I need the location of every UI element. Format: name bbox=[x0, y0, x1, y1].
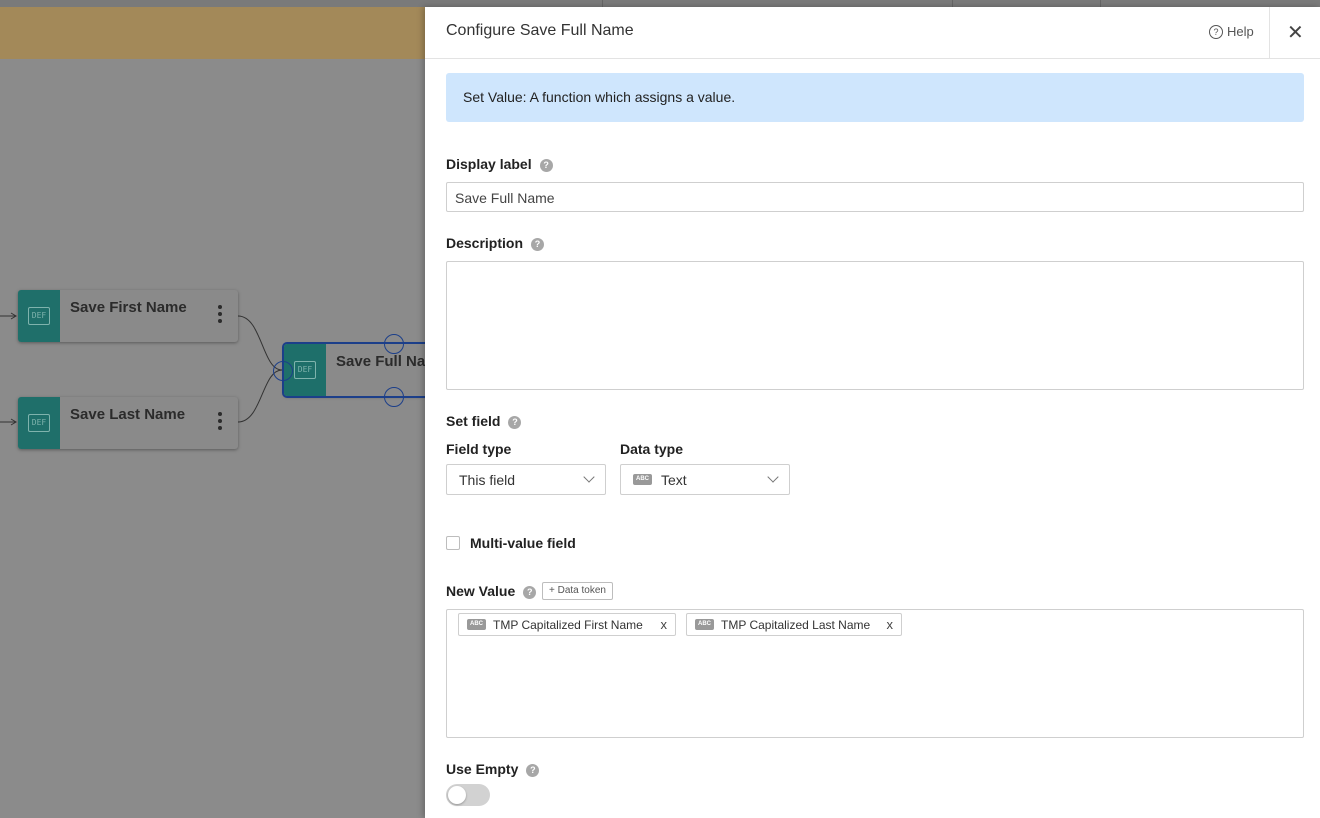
new-value-heading: New Value? bbox=[446, 583, 537, 599]
field-type-label: Field type bbox=[446, 441, 512, 457]
help-question-icon[interactable]: ? bbox=[531, 238, 545, 251]
help-link[interactable]: ? Help bbox=[1209, 24, 1254, 39]
use-empty-heading: Use Empty? bbox=[446, 761, 540, 777]
display-label-value: Save Full Name bbox=[455, 190, 555, 206]
use-empty-toggle[interactable] bbox=[446, 784, 490, 806]
text-type-icon: ABC bbox=[695, 619, 714, 630]
node-title: Save Full Nam bbox=[336, 353, 439, 370]
header-divider bbox=[1269, 7, 1270, 58]
node-input-port[interactable] bbox=[273, 361, 293, 381]
chevron-down-icon bbox=[583, 471, 595, 483]
kebab-menu-icon[interactable] bbox=[218, 412, 222, 433]
field-type-value: This field bbox=[459, 472, 516, 488]
data-token-chip[interactable]: ABC TMP Capitalized First Name x bbox=[458, 613, 676, 636]
remove-token-icon[interactable]: x bbox=[661, 617, 668, 632]
field-type-select[interactable]: This field bbox=[446, 464, 606, 495]
token-label: TMP Capitalized Last Name bbox=[721, 618, 871, 632]
node-bottom-port[interactable] bbox=[384, 387, 404, 407]
node-save-last-name[interactable]: DEF Save Last Name bbox=[18, 397, 238, 449]
help-question-icon[interactable]: ? bbox=[539, 159, 553, 172]
toggle-knob bbox=[448, 786, 466, 804]
description-heading: Description? bbox=[446, 235, 545, 251]
text-type-icon: ABC bbox=[633, 474, 652, 485]
node-save-first-name[interactable]: DEF Save First Name bbox=[18, 290, 238, 342]
remove-token-icon[interactable]: x bbox=[887, 617, 894, 632]
kebab-menu-icon[interactable] bbox=[218, 305, 222, 326]
help-label: Help bbox=[1227, 24, 1254, 39]
data-token-chip[interactable]: ABC TMP Capitalized Last Name x bbox=[686, 613, 902, 636]
display-label-input[interactable]: Save Full Name bbox=[446, 182, 1304, 212]
close-icon[interactable]: ✕ bbox=[1287, 20, 1304, 45]
info-text: Set Value: A function which assigns a va… bbox=[463, 89, 736, 105]
token-label: TMP Capitalized First Name bbox=[493, 618, 643, 632]
multi-value-checkbox[interactable] bbox=[446, 536, 460, 550]
multi-value-label: Multi-value field bbox=[470, 535, 576, 551]
data-type-value: Text bbox=[661, 472, 687, 488]
node-title: Save First Name bbox=[70, 299, 187, 316]
tab-divider bbox=[952, 0, 953, 7]
data-type-label: Data type bbox=[620, 441, 684, 457]
node-title: Save Last Name bbox=[70, 406, 186, 423]
chevron-down-icon bbox=[767, 471, 779, 483]
def-icon: DEF bbox=[18, 290, 60, 342]
tab-divider bbox=[1100, 0, 1101, 7]
configure-panel: Configure Save Full Name ? Help ✕ Set Val… bbox=[425, 7, 1320, 818]
def-icon: DEF bbox=[18, 397, 60, 449]
description-textarea[interactable] bbox=[446, 261, 1304, 390]
node-save-full-name[interactable]: DEF Save Full Nam bbox=[282, 342, 446, 398]
help-question-icon[interactable]: ? bbox=[523, 586, 537, 599]
node-top-port[interactable] bbox=[384, 334, 404, 354]
data-type-select[interactable]: ABC Text bbox=[620, 464, 790, 495]
panel-title: Configure Save Full Name bbox=[446, 22, 634, 39]
display-label-heading: Display label? bbox=[446, 156, 553, 172]
help-question-icon[interactable]: ? bbox=[526, 764, 540, 777]
set-field-heading: Set field? bbox=[446, 413, 522, 429]
connector-first-to-full bbox=[237, 315, 283, 371]
help-question-icon[interactable]: ? bbox=[508, 416, 522, 429]
help-circle-icon: ? bbox=[1209, 25, 1223, 39]
text-type-icon: ABC bbox=[467, 619, 486, 630]
add-data-token-button[interactable]: + Data token bbox=[542, 582, 613, 600]
info-banner: Set Value: A function which assigns a va… bbox=[446, 73, 1304, 122]
panel-header: Configure Save Full Name ? Help ✕ bbox=[425, 7, 1320, 59]
tab-divider bbox=[602, 0, 603, 7]
